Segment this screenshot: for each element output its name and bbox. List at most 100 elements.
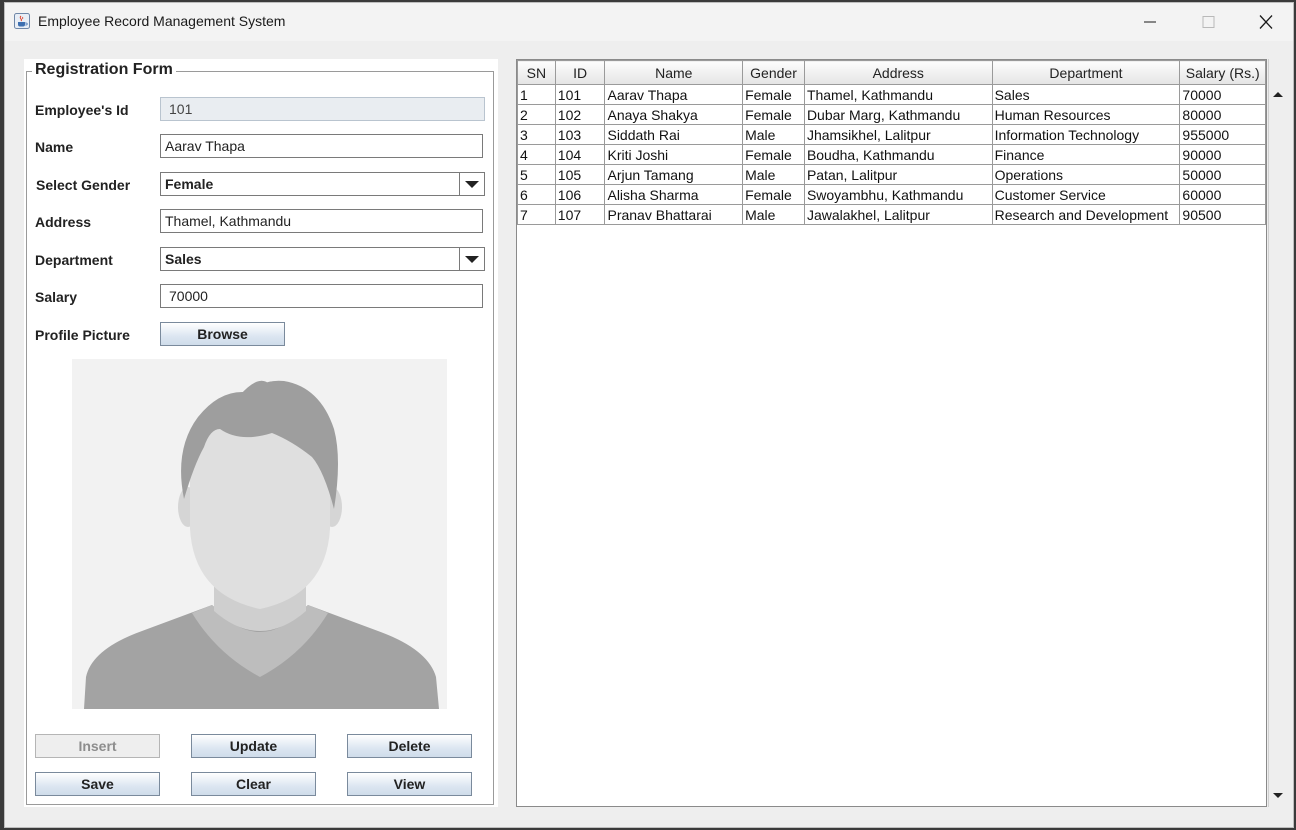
clear-button[interactable]: Clear xyxy=(191,772,316,796)
gender-select[interactable]: Female xyxy=(160,172,485,196)
table-cell: Jawalakhel, Lalitpur xyxy=(803,204,993,225)
table-cell: Finance xyxy=(991,144,1181,165)
table-cell: Dubar Marg, Kathmandu xyxy=(803,104,993,125)
scroll-down-button[interactable] xyxy=(1270,787,1286,803)
table-cell: Customer Service xyxy=(991,184,1181,205)
table-row[interactable]: 7 107 Pranav Bhattarai Male Jawalakhel, … xyxy=(517,204,1266,225)
gender-selected-value: Female xyxy=(165,176,214,192)
employee-table[interactable]: SN ID Name Gender Address Department Sal… xyxy=(517,60,1266,225)
browse-button[interactable]: Browse xyxy=(160,322,285,346)
table-header-row: SN ID Name Gender Address Department Sal… xyxy=(517,60,1266,85)
column-header-department[interactable]: Department xyxy=(991,60,1181,85)
table-cell: 1 xyxy=(517,84,556,105)
table-cell: 5 xyxy=(517,164,556,185)
scrollbar-track[interactable] xyxy=(1271,103,1285,787)
table-cell: Female xyxy=(742,104,805,125)
table-cell: 105 xyxy=(554,164,606,185)
table-row[interactable]: 3 103 Siddath Rai Male Jhamsikhel, Lalit… xyxy=(517,124,1266,145)
table-cell: Pranav Bhattarai xyxy=(604,204,744,225)
name-label: Name xyxy=(35,139,74,155)
table-cell: 6 xyxy=(517,184,556,205)
maximize-icon xyxy=(1202,16,1215,28)
profile-picture-label: Profile Picture xyxy=(35,327,130,343)
table-cell: Jhamsikhel, Lalitpur xyxy=(803,124,993,145)
registration-form-panel: Registration Form Employee's Id 101 Name… xyxy=(24,59,498,807)
table-cell: 955000 xyxy=(1179,124,1266,145)
table-cell: 50000 xyxy=(1179,164,1266,185)
table-cell: 103 xyxy=(554,124,606,145)
column-header-sn[interactable]: SN xyxy=(517,60,556,85)
table-cell: Male xyxy=(742,124,805,145)
window-content: Registration Form Employee's Id 101 Name… xyxy=(5,41,1293,827)
table-row[interactable]: 5 105 Arjun Tamang Male Patan, Lalitpur … xyxy=(517,164,1266,185)
address-field[interactable]: Thamel, Kathmandu xyxy=(160,209,483,233)
app-window: Employee Record Management System Regist… xyxy=(4,2,1294,828)
column-header-salary[interactable]: Salary (Rs.) xyxy=(1179,60,1266,85)
salary-field[interactable]: 70000 xyxy=(160,284,483,308)
table-row[interactable]: 2 102 Anaya Shakya Female Dubar Marg, Ka… xyxy=(517,104,1266,125)
department-label: Department xyxy=(35,252,113,268)
gender-label: Select Gender xyxy=(36,177,131,193)
salary-label: Salary xyxy=(35,289,78,305)
table-cell: Male xyxy=(742,204,805,225)
table-row[interactable]: 4 104 Kriti Joshi Female Boudha, Kathman… xyxy=(517,144,1266,165)
minimize-button[interactable] xyxy=(1121,3,1179,41)
department-select[interactable]: Sales xyxy=(160,247,485,271)
table-cell: 60000 xyxy=(1179,184,1266,205)
table-cell: Research and Development xyxy=(991,204,1181,225)
save-button[interactable]: Save xyxy=(35,772,160,796)
department-dropdown-arrow[interactable] xyxy=(459,248,484,270)
table-cell: Aarav Thapa xyxy=(604,84,744,105)
column-header-id[interactable]: ID xyxy=(554,60,606,85)
table-cell: Patan, Lalitpur xyxy=(803,164,993,185)
address-label: Address xyxy=(35,214,92,230)
table-cell: 104 xyxy=(554,144,606,165)
arrow-up-icon xyxy=(1273,92,1283,97)
name-field[interactable]: Aarav Thapa xyxy=(160,134,483,158)
minimize-icon xyxy=(1144,21,1156,23)
table-cell: 80000 xyxy=(1179,104,1266,125)
chevron-down-icon xyxy=(465,181,479,188)
title-bar[interactable]: Employee Record Management System xyxy=(5,3,1293,41)
chevron-down-icon xyxy=(465,256,479,263)
table-cell: Sales xyxy=(991,84,1181,105)
table-cell: 2 xyxy=(517,104,556,125)
table-row[interactable]: 6 106 Alisha Sharma Female Swoyambhu, Ka… xyxy=(517,184,1266,205)
table-cell: 90500 xyxy=(1179,204,1266,225)
close-button[interactable] xyxy=(1237,3,1293,41)
table-cell: 101 xyxy=(554,84,606,105)
table-cell: Arjun Tamang xyxy=(604,164,744,185)
column-header-name[interactable]: Name xyxy=(604,60,744,85)
window-title: Employee Record Management System xyxy=(38,13,286,29)
table-cell: 3 xyxy=(517,124,556,145)
column-header-gender[interactable]: Gender xyxy=(742,60,805,85)
table-vertical-scrollbar[interactable] xyxy=(1268,59,1287,807)
table-cell: Information Technology xyxy=(991,124,1181,145)
scroll-up-button[interactable] xyxy=(1270,87,1286,103)
maximize-button[interactable] xyxy=(1179,3,1237,41)
profile-picture-placeholder xyxy=(72,359,447,709)
employee-id-label: Employee's Id xyxy=(35,102,129,118)
table-cell: 7 xyxy=(517,204,556,225)
delete-button[interactable]: Delete xyxy=(347,734,472,758)
table-cell: Thamel, Kathmandu xyxy=(803,84,993,105)
column-header-address[interactable]: Address xyxy=(803,60,993,85)
table-row[interactable]: 1 101 Aarav Thapa Female Thamel, Kathman… xyxy=(517,84,1266,105)
table-cell: 107 xyxy=(554,204,606,225)
table-cell: 4 xyxy=(517,144,556,165)
table-cell: Siddath Rai xyxy=(604,124,744,145)
table-cell: Swoyambhu, Kathmandu xyxy=(803,184,993,205)
table-cell: Anaya Shakya xyxy=(604,104,744,125)
table-cell: Kriti Joshi xyxy=(604,144,744,165)
table-cell: 106 xyxy=(554,184,606,205)
form-group-title: Registration Form xyxy=(32,61,176,79)
employee-id-field: 101 xyxy=(160,97,485,121)
table-cell: Operations xyxy=(991,164,1181,185)
view-button[interactable]: View xyxy=(347,772,472,796)
table-cell: Human Resources xyxy=(991,104,1181,125)
gender-dropdown-arrow[interactable] xyxy=(459,173,484,195)
update-button[interactable]: Update xyxy=(191,734,316,758)
table-cell: Boudha, Kathmandu xyxy=(803,144,993,165)
table-cell: Male xyxy=(742,164,805,185)
table-cell: 102 xyxy=(554,104,606,125)
